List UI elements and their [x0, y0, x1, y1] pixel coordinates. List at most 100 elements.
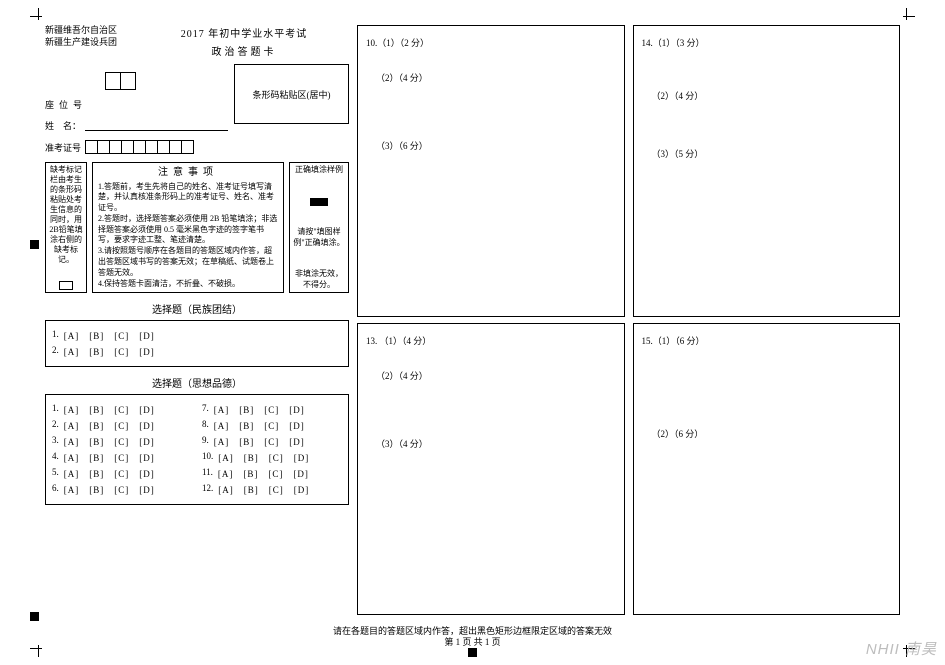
- name-field[interactable]: [85, 121, 228, 131]
- q13-head: 13. （1）（4 分）: [366, 334, 616, 347]
- mc-number: 4.: [52, 451, 59, 464]
- mc-item[interactable]: 5. [A] [B] [C] [D]: [52, 467, 192, 480]
- exam-number-boxes[interactable]: [85, 140, 194, 154]
- question-15-panel[interactable]: 15.（1）（6 分） （2）（6 分）: [633, 323, 901, 615]
- alignment-square-icon: [468, 648, 477, 657]
- barcode-paste-area[interactable]: 条形码粘贴区(居中): [234, 64, 349, 124]
- mc-item[interactable]: 7. [A] [B] [C] [D]: [202, 403, 342, 416]
- mc-row: 1. [A] [B] [C] [D]: [52, 329, 342, 342]
- mc-number: 11.: [202, 467, 213, 480]
- mc-number: 7.: [202, 403, 209, 416]
- q15-head: 15.（1）（6 分）: [642, 334, 892, 347]
- mc-options[interactable]: [A] [B] [C] [D]: [64, 451, 155, 464]
- notice-box: 注意事项 1.答题前，考生先将自己的姓名、准考证号填写清楚，并认真核准条形码上的…: [92, 162, 284, 293]
- q14-head: 14.（1）（3 分）: [642, 36, 892, 49]
- fill-example-title: 正确填涂样例: [292, 165, 346, 176]
- mc-options[interactable]: [A] [B] [C] [D]: [218, 483, 309, 496]
- q15-sub2: （2）（6 分）: [652, 427, 892, 440]
- alignment-square-icon: [30, 240, 39, 249]
- mc-item[interactable]: 1. [A] [B] [C] [D]: [52, 403, 192, 416]
- answer-sheet: 新疆维吾尔自治区 新疆生产建设兵团 2017 年初中学业水平考试 政治答题卡 座…: [45, 25, 900, 615]
- mc-item[interactable]: 3. [A] [B] [C] [D]: [52, 435, 192, 448]
- mc-options[interactable]: [A] [B] [C] [D]: [64, 483, 155, 496]
- mc-options[interactable]: [A] [B] [C] [D]: [214, 403, 305, 416]
- mc-options[interactable]: [A] [B] [C] [D]: [64, 403, 155, 416]
- region-line: 新疆生产建设兵团: [45, 37, 133, 49]
- question-10-panel[interactable]: 10.（1）（2 分） （2）（4 分） （3）（6 分）: [357, 25, 625, 317]
- crop-mark-icon: [30, 8, 46, 24]
- filled-bubble-icon: [310, 198, 328, 206]
- mc-item[interactable]: 2. [A] [B] [C] [D]: [52, 345, 192, 358]
- mc-options[interactable]: [A] [B] [C] [D]: [64, 419, 155, 432]
- mc-row: 2. [A] [B] [C] [D]: [52, 345, 342, 358]
- barcode-label: 条形码粘贴区(居中): [253, 88, 331, 101]
- mc-number: 2.: [52, 419, 59, 432]
- seat-number-boxes[interactable]: [105, 72, 136, 90]
- notice-line: 2.答题时，选择题答案必须使用 2B 铅笔填涂；非选择题答案必须使用 0.5 毫…: [98, 214, 278, 246]
- mc-row: 1. [A] [B] [C] [D] 7. [A] [B] [C] [D]: [52, 403, 342, 416]
- mc-box-1: 1. [A] [B] [C] [D] 2. [A] [B] [C] [D]: [45, 320, 349, 367]
- region-line: 新疆维吾尔自治区: [45, 25, 133, 37]
- footer-warning: 请在各题目的答题区域内作答，超出黑色矩形边框限定区域的答案无效: [0, 626, 945, 638]
- notice-title: 注意事项: [98, 166, 278, 180]
- mc-row: 3. [A] [B] [C] [D] 9. [A] [B] [C] [D]: [52, 435, 342, 448]
- q10-sub2: （2）（4 分）: [376, 71, 616, 84]
- mc-options[interactable]: [A] [B] [C] [D]: [64, 345, 155, 358]
- mc-options[interactable]: [A] [B] [C] [D]: [64, 467, 155, 480]
- mc-section-title-1: 选择题（民族团结）: [45, 301, 349, 316]
- mc-options[interactable]: [A] [B] [C] [D]: [64, 329, 155, 342]
- alignment-square-icon: [30, 612, 39, 621]
- question-13-panel[interactable]: 13. （1）（4 分） （2）（4 分） （3）（4 分）: [357, 323, 625, 615]
- column-3: 14.（1）（3 分） （2）（4 分） （3）（5 分） 15.（1）（6 分…: [633, 25, 901, 615]
- mc-number: 10.: [202, 451, 213, 464]
- mc-number: 2.: [52, 345, 59, 358]
- watermark: NHII 南昊: [866, 638, 937, 659]
- mc-row: 6.[A] [B] [C] [D] 12.[A] [B] [C] [D]: [52, 483, 342, 496]
- column-1: 新疆维吾尔自治区 新疆生产建设兵团 2017 年初中学业水平考试 政治答题卡 座…: [45, 25, 349, 615]
- mc-options[interactable]: [A] [B] [C] [D]: [214, 435, 305, 448]
- notice-line: 1.答题前，考生先将自己的姓名、准考证号填写清楚，并认真核准条形码上的准考证号、…: [98, 182, 278, 214]
- fill-example-text: 请按"填图样例"正确填涂。: [292, 227, 346, 249]
- mc-number: 3.: [52, 435, 59, 448]
- question-14-panel[interactable]: 14.（1）（3 分） （2）（4 分） （3）（5 分）: [633, 25, 901, 317]
- mc-section-title-2: 选择题（思想品德）: [45, 375, 349, 390]
- footer: 请在各题目的答题区域内作答，超出黑色矩形边框限定区域的答案无效 第 1 页 共 …: [0, 626, 945, 649]
- mc-options[interactable]: [A] [B] [C] [D]: [218, 451, 309, 464]
- q14-sub2: （2）（4 分）: [652, 89, 892, 102]
- mc-number: 8.: [202, 419, 209, 432]
- exam-title: 2017 年初中学业水平考试: [139, 25, 349, 40]
- mc-number: 5.: [52, 467, 59, 480]
- mc-item[interactable]: 9. [A] [B] [C] [D]: [202, 435, 342, 448]
- mc-item[interactable]: 10. [A] [B] [C] [D]: [202, 451, 342, 464]
- mc-row: 5. [A] [B] [C] [D] 11. [A] [B] [C] [D]: [52, 467, 342, 480]
- notice-line: 3.请按照题号顺序在各题目的答题区域内作答，超出答题区域书写的答案无效；在草稿纸…: [98, 246, 278, 278]
- mc-item[interactable]: 8. [A] [B] [C] [D]: [202, 419, 342, 432]
- mc-number: 1.: [52, 403, 59, 416]
- mc-options[interactable]: [A] [B] [C] [D]: [218, 467, 309, 480]
- mc-options[interactable]: [A] [B] [C] [D]: [214, 419, 305, 432]
- mc-number: 1.: [52, 329, 59, 342]
- fill-example-box: 正确填涂样例 请按"填图样例"正确填涂。 非填涂无效，不得分。: [289, 162, 349, 293]
- mc-item[interactable]: 2. [A] [B] [C] [D]: [52, 419, 192, 432]
- name-label: 姓 名：: [45, 119, 81, 132]
- q13-sub3: （3）（4 分）: [376, 437, 616, 450]
- q14-sub3: （3）（5 分）: [652, 147, 892, 160]
- mc-item[interactable]: 11. [A] [B] [C] [D]: [202, 467, 342, 480]
- absent-mark-bubble[interactable]: [59, 281, 73, 290]
- mc-row: 2. [A] [B] [C] [D] 8. [A] [B] [C] [D]: [52, 419, 342, 432]
- mc-item[interactable]: 12.[A] [B] [C] [D]: [202, 483, 342, 496]
- fill-example-text: 非填涂无效，不得分。: [292, 269, 346, 291]
- seat-label: 座位号: [45, 98, 87, 111]
- mc-row: 4. [A] [B] [C] [D] 10. [A] [B] [C] [D]: [52, 451, 342, 464]
- mc-number: 9.: [202, 435, 209, 448]
- mc-item[interactable]: 1. [A] [B] [C] [D]: [52, 329, 192, 342]
- q10-head: 10.（1）（2 分）: [366, 36, 616, 49]
- mc-options[interactable]: [A] [B] [C] [D]: [64, 435, 155, 448]
- exam-number-label: 准考证号: [45, 141, 81, 154]
- notice-line: 4.保持答题卡面清洁，不折叠、不破损。: [98, 279, 278, 290]
- crop-mark-icon: [899, 8, 915, 24]
- page-number: 第 1 页 共 1 页: [0, 637, 945, 649]
- absent-mark-text: 缺考标记栏由考生的条形码粘贴处考生信息的同时，用2B铅笔填涂右侧的缺考标记。: [48, 165, 84, 265]
- mc-item[interactable]: 6.[A] [B] [C] [D]: [52, 483, 192, 496]
- mc-item[interactable]: 4. [A] [B] [C] [D]: [52, 451, 192, 464]
